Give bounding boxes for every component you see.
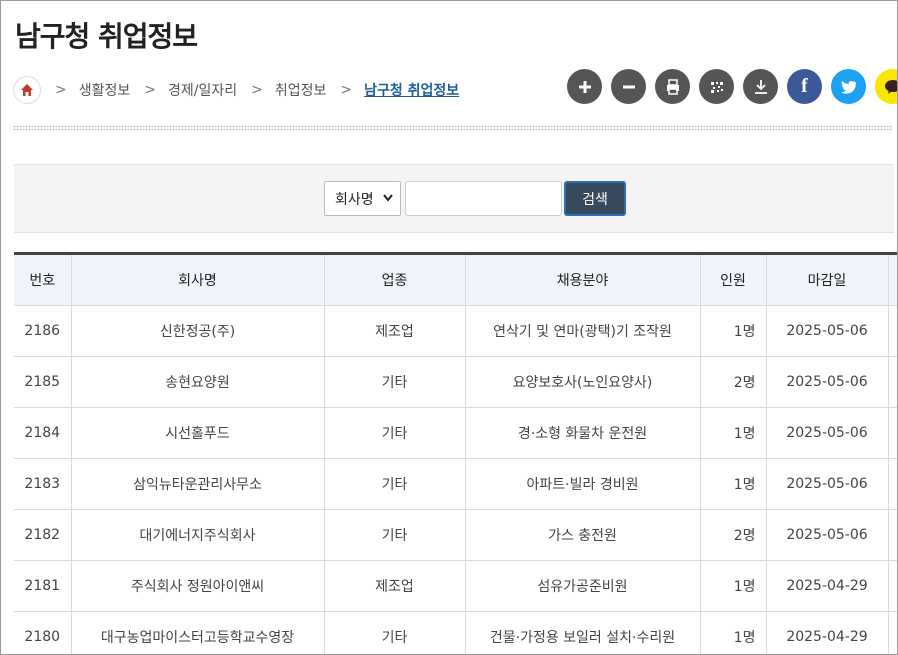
divider <box>13 125 893 131</box>
cell-company[interactable]: 주식회사 정원아이앤씨 <box>70 560 324 612</box>
header-company: 회사명 <box>70 253 324 306</box>
table-row[interactable]: 2182 대기에너지주식회사 기타 가스 충전원 2명 2025-05-06 <box>14 509 897 561</box>
cell-extra <box>887 611 897 654</box>
table-row[interactable]: 2180 대구농업마이스터고등학교수영장 기타 건물·가정용 보일러 설치·수리… <box>14 611 897 654</box>
cell-number: 2180 <box>14 611 71 654</box>
cell-count: 1명 <box>699 305 766 357</box>
cell-count: 1명 <box>699 458 766 510</box>
cell-field: 연삭기 및 연마(광택)기 조작원 <box>464 305 700 357</box>
cell-deadline: 2025-05-06 <box>765 509 888 561</box>
chevron-right-icon: > <box>340 82 353 98</box>
search-category-value: 회사명 <box>335 191 374 208</box>
cell-industry: 기타 <box>323 458 465 510</box>
header-count: 인원 <box>699 253 766 306</box>
chevron-right-icon: > <box>55 82 67 98</box>
header-industry: 업종 <box>323 253 465 306</box>
cell-company[interactable]: 대기에너지주식회사 <box>70 509 324 561</box>
cell-industry: 기타 <box>323 509 465 561</box>
header-field: 채용분야 <box>464 253 700 306</box>
search-input[interactable] <box>405 181 562 216</box>
table-row[interactable]: 2181 주식회사 정원아이앤씨 제조업 섬유가공준비원 1명 2025-04-… <box>14 560 897 612</box>
cell-extra <box>887 407 897 459</box>
cell-count: 1명 <box>699 407 766 459</box>
breadcrumb-item-jobs[interactable]: 취업정보 <box>275 80 327 100</box>
cell-company[interactable]: 대구농업마이스터고등학교수영장 <box>70 611 324 654</box>
chevron-down-icon <box>383 194 393 202</box>
print-icon[interactable] <box>655 69 690 104</box>
page-tools: f <box>567 69 897 104</box>
cell-count: 1명 <box>699 611 766 654</box>
cell-field: 경·소형 화물차 운전원 <box>464 407 700 459</box>
breadcrumb-item-namgu-jobs[interactable]: 남구청 취업정보 <box>364 80 459 100</box>
search-panel: 회사명 검색 <box>14 164 894 233</box>
cell-industry: 기타 <box>323 407 465 459</box>
zoom-in-icon[interactable] <box>567 69 602 104</box>
search-category-select[interactable]: 회사명 <box>324 181 401 216</box>
table-row[interactable]: 2183 삼익뉴타운관리사무소 기타 아파트·빌라 경비원 1명 2025-05… <box>14 458 897 510</box>
cell-deadline: 2025-05-06 <box>765 458 888 510</box>
download-icon[interactable] <box>743 69 778 104</box>
search-button[interactable]: 검색 <box>564 181 626 216</box>
cell-company[interactable]: 삼익뉴타운관리사무소 <box>70 458 324 510</box>
breadcrumb-item-economy[interactable]: 경제/일자리 <box>168 80 237 100</box>
facebook-icon[interactable]: f <box>787 69 822 104</box>
cell-company[interactable]: 송현요양원 <box>70 356 324 408</box>
cell-field: 섬유가공준비원 <box>464 560 700 612</box>
header-extra <box>887 253 897 306</box>
browser-frame: 남구청 취업정보 > 생활정보 > 경제/일자리 > 취업정보 > 남구청 취업… <box>0 0 898 655</box>
cell-extra <box>887 356 897 408</box>
cell-count: 2명 <box>699 509 766 561</box>
cell-deadline: 2025-05-06 <box>765 356 888 408</box>
home-icon[interactable] <box>13 76 41 104</box>
cell-number: 2184 <box>14 407 71 459</box>
cell-count: 2명 <box>699 356 766 408</box>
chevron-right-icon: > <box>251 82 263 98</box>
cell-count: 1명 <box>699 560 766 612</box>
cell-extra <box>887 560 897 612</box>
cell-field: 가스 충전원 <box>464 509 700 561</box>
cell-number: 2186 <box>14 305 71 357</box>
cell-extra <box>887 305 897 357</box>
cell-deadline: 2025-05-06 <box>765 407 888 459</box>
twitter-icon[interactable] <box>831 69 866 104</box>
cell-field: 아파트·빌라 경비원 <box>464 458 700 510</box>
header-deadline: 마감일 <box>765 253 888 306</box>
breadcrumb: > 생활정보 > 경제/일자리 > 취업정보 > 남구청 취업정보 <box>13 75 459 105</box>
chevron-right-icon: > <box>144 82 156 98</box>
table-row[interactable]: 2185 송현요양원 기타 요양보호사(노인요양사) 2명 2025-05-06 <box>14 356 897 408</box>
qr-code-icon[interactable] <box>699 69 734 104</box>
jobs-table: 번호 회사명 업종 채용분야 인원 마감일 2186 신한정공(주) 제조업 연… <box>14 252 897 654</box>
cell-company[interactable]: 시선홀푸드 <box>70 407 324 459</box>
cell-number: 2185 <box>14 356 71 408</box>
table-row[interactable]: 2184 시선홀푸드 기타 경·소형 화물차 운전원 1명 2025-05-06 <box>14 407 897 459</box>
cell-number: 2183 <box>14 458 71 510</box>
cell-number: 2182 <box>14 509 71 561</box>
cell-industry: 제조업 <box>323 305 465 357</box>
zoom-out-icon[interactable] <box>611 69 646 104</box>
cell-deadline: 2025-04-29 <box>765 611 888 654</box>
cell-field: 건물·가정용 보일러 설치·수리원 <box>464 611 700 654</box>
cell-industry: 기타 <box>323 611 465 654</box>
cell-company[interactable]: 신한정공(주) <box>70 305 324 357</box>
cell-field: 요양보호사(노인요양사) <box>464 356 700 408</box>
table-row[interactable]: 2186 신한정공(주) 제조업 연삭기 및 연마(광택)기 조작원 1명 20… <box>14 305 897 357</box>
breadcrumb-item-life[interactable]: 생활정보 <box>79 80 131 100</box>
cell-deadline: 2025-04-29 <box>765 560 888 612</box>
table-header-row: 번호 회사명 업종 채용분야 인원 마감일 <box>14 253 897 306</box>
kakaotalk-icon[interactable] <box>875 69 897 104</box>
cell-industry: 기타 <box>323 356 465 408</box>
cell-deadline: 2025-05-06 <box>765 305 888 357</box>
cell-industry: 제조업 <box>323 560 465 612</box>
page-title: 남구청 취업정보 <box>15 20 198 53</box>
cell-extra <box>887 458 897 510</box>
cell-extra <box>887 509 897 561</box>
cell-number: 2181 <box>14 560 71 612</box>
header-number: 번호 <box>14 253 71 306</box>
